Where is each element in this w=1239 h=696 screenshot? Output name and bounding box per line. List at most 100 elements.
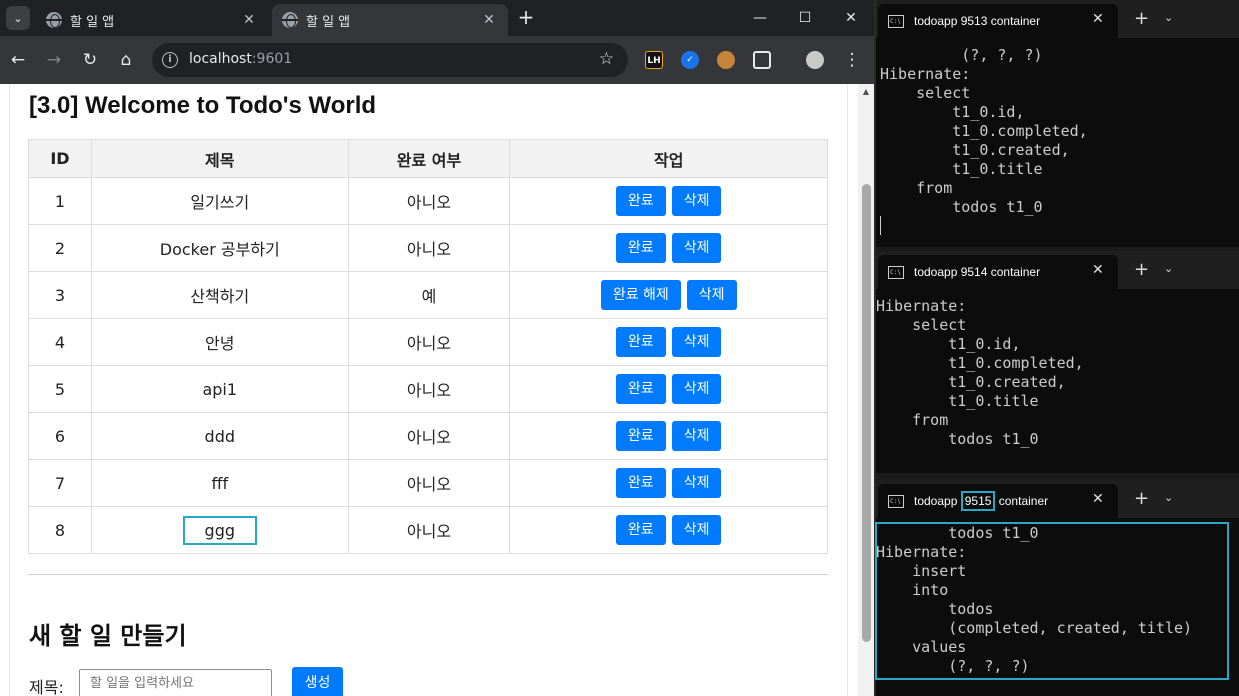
- close-tab-icon[interactable]: ✕: [240, 12, 258, 28]
- close-window-button[interactable]: ✕: [836, 6, 866, 30]
- title-prefix: todoapp: [914, 494, 961, 508]
- row-done: 아니오: [347, 177, 511, 225]
- url-text: localhost:9601: [189, 51, 292, 67]
- delete-button[interactable]: 삭제: [671, 374, 722, 404]
- complete-button[interactable]: 완료: [615, 515, 666, 545]
- complete-button[interactable]: 완료: [615, 233, 666, 263]
- highlighted-port: 9515: [960, 491, 996, 511]
- header-id: ID: [28, 139, 92, 178]
- highlighted-title: ggg: [182, 515, 257, 545]
- row-title: api1: [90, 365, 349, 413]
- tab-todo-app-1[interactable]: 할 일 앱 ✕: [36, 4, 268, 36]
- delete-button[interactable]: 삭제: [686, 280, 737, 310]
- extensions-puzzle-icon[interactable]: [753, 51, 771, 69]
- check-extension-icon[interactable]: ✓: [681, 51, 699, 69]
- table-row: 7 fff 아니오 완료 삭제: [28, 459, 828, 507]
- new-terminal-tab-icon[interactable]: +: [1134, 8, 1149, 29]
- reload-button[interactable]: ↻: [78, 48, 102, 72]
- row-id: 2: [28, 224, 92, 272]
- site-info-icon[interactable]: i: [162, 52, 178, 68]
- tab-search-button[interactable]: ⌄: [6, 6, 30, 30]
- table-header-row: ID 제목 완료 여부 작업: [28, 139, 828, 178]
- profile-avatar[interactable]: [806, 51, 824, 69]
- terminal-output-highlight: [875, 522, 1229, 680]
- menu-kebab-icon[interactable]: ⋮: [840, 48, 864, 72]
- complete-button[interactable]: 완료: [615, 421, 666, 451]
- maximize-button[interactable]: ☐: [790, 6, 820, 30]
- address-bar[interactable]: i localhost:9601 ☆: [152, 43, 628, 77]
- header-title: 제목: [90, 139, 349, 178]
- chevron-down-icon[interactable]: ⌄: [1164, 491, 1173, 504]
- complete-button[interactable]: 완료: [615, 468, 666, 498]
- terminal-tab[interactable]: C:\ todoapp 9515 container ✕: [878, 484, 1118, 518]
- delete-button[interactable]: 삭제: [671, 233, 722, 263]
- title-input[interactable]: 할 일을 입력하세요: [79, 669, 272, 696]
- terminal-tab[interactable]: C:\ todoapp 9514 container ✕: [878, 255, 1118, 289]
- chevron-down-icon[interactable]: ⌄: [1164, 11, 1173, 24]
- terminal-title: todoapp 9515 container: [914, 491, 1049, 511]
- close-icon[interactable]: ✕: [1092, 491, 1104, 507]
- arrow-left-icon: ←: [10, 50, 26, 70]
- cookie-extension-icon[interactable]: [717, 51, 735, 69]
- complete-button[interactable]: 완료: [615, 186, 666, 216]
- tab-todo-app-2[interactable]: 할 일 앱 ✕: [272, 4, 508, 36]
- terminal-tab[interactable]: C:\ todoapp 9513 container ✕: [878, 4, 1118, 38]
- complete-button[interactable]: 완료: [615, 327, 666, 357]
- close-icon[interactable]: ✕: [1092, 262, 1104, 278]
- scroll-up-arrow[interactable]: ▲: [860, 87, 872, 97]
- new-tab-button[interactable]: +: [514, 6, 538, 30]
- new-terminal-tab-icon[interactable]: +: [1134, 488, 1149, 509]
- table-row: 4 안녕 아니오 완료 삭제: [28, 318, 828, 366]
- terminal-9514[interactable]: C:\ todoapp 9514 container ✕ + ⌄ Hiberna…: [876, 251, 1239, 473]
- row-title: ggg: [90, 506, 349, 554]
- delete-button[interactable]: 삭제: [671, 515, 722, 545]
- home-icon: ⌂: [120, 50, 132, 70]
- row-title: 안녕: [90, 318, 349, 366]
- row-done: 아니오: [347, 506, 511, 554]
- globe-icon: [282, 12, 298, 28]
- table-row: 5 api1 아니오 완료 삭제: [28, 365, 828, 413]
- section-divider: [28, 574, 828, 575]
- row-title: fff: [90, 459, 349, 507]
- terminal-output: Hibernate: select t1_0.id, t1_0.complete…: [876, 297, 1084, 448]
- table-row: 1 일기쓰기 아니오 완료 삭제: [28, 177, 828, 225]
- row-done: 예: [347, 271, 511, 319]
- bookmark-star-icon[interactable]: ☆: [599, 49, 614, 69]
- table-row: 2 Docker 공부하기 아니오 완료 삭제: [28, 224, 828, 272]
- delete-button[interactable]: 삭제: [671, 186, 722, 216]
- row-done: 아니오: [347, 412, 511, 460]
- complete-button[interactable]: 완료: [615, 374, 666, 404]
- chevron-down-icon[interactable]: ⌄: [1164, 262, 1173, 275]
- lighthouse-extension-icon[interactable]: LH: [645, 51, 663, 69]
- row-id: 4: [28, 318, 92, 366]
- chevron-down-icon: ⌄: [13, 11, 23, 25]
- row-actions: 완료 삭제: [509, 506, 828, 554]
- arrow-right-icon: →: [46, 50, 62, 70]
- tab-title: 할 일 앱: [306, 14, 351, 30]
- table-row: 6 ddd 아니오 완료 삭제: [28, 412, 828, 460]
- terminal-9513[interactable]: C:\ todoapp 9513 container ✕ + ⌄ (?, ?, …: [876, 0, 1239, 247]
- minimize-button[interactable]: —: [745, 6, 775, 30]
- cmd-icon: C:\: [888, 495, 904, 508]
- row-actions: 완료 삭제: [509, 412, 828, 460]
- title-suffix: container: [995, 494, 1049, 508]
- browser-toolbar: ← → ↻ ⌂ i localhost:9601 ☆ LH ✓ ⋮: [0, 36, 874, 84]
- new-terminal-tab-icon[interactable]: +: [1134, 259, 1149, 280]
- row-title: 산책하기: [90, 271, 349, 319]
- delete-button[interactable]: 삭제: [671, 327, 722, 357]
- row-done: 아니오: [347, 224, 511, 272]
- create-button[interactable]: 생성: [292, 667, 343, 696]
- create-section-title: 새 할 일 만들기: [29, 622, 187, 650]
- close-tab-icon[interactable]: ✕: [480, 12, 498, 28]
- home-button[interactable]: ⌂: [114, 48, 138, 72]
- scrollbar-thumb[interactable]: [862, 184, 871, 642]
- row-actions: 완료 해제 삭제: [509, 271, 828, 319]
- row-title: ddd: [90, 412, 349, 460]
- reload-icon: ↻: [82, 50, 98, 70]
- forward-button[interactable]: →: [42, 48, 66, 72]
- close-icon[interactable]: ✕: [1092, 11, 1104, 27]
- back-button[interactable]: ←: [6, 48, 30, 72]
- delete-button[interactable]: 삭제: [671, 468, 722, 498]
- uncomplete-button[interactable]: 완료 해제: [600, 280, 681, 310]
- delete-button[interactable]: 삭제: [671, 421, 722, 451]
